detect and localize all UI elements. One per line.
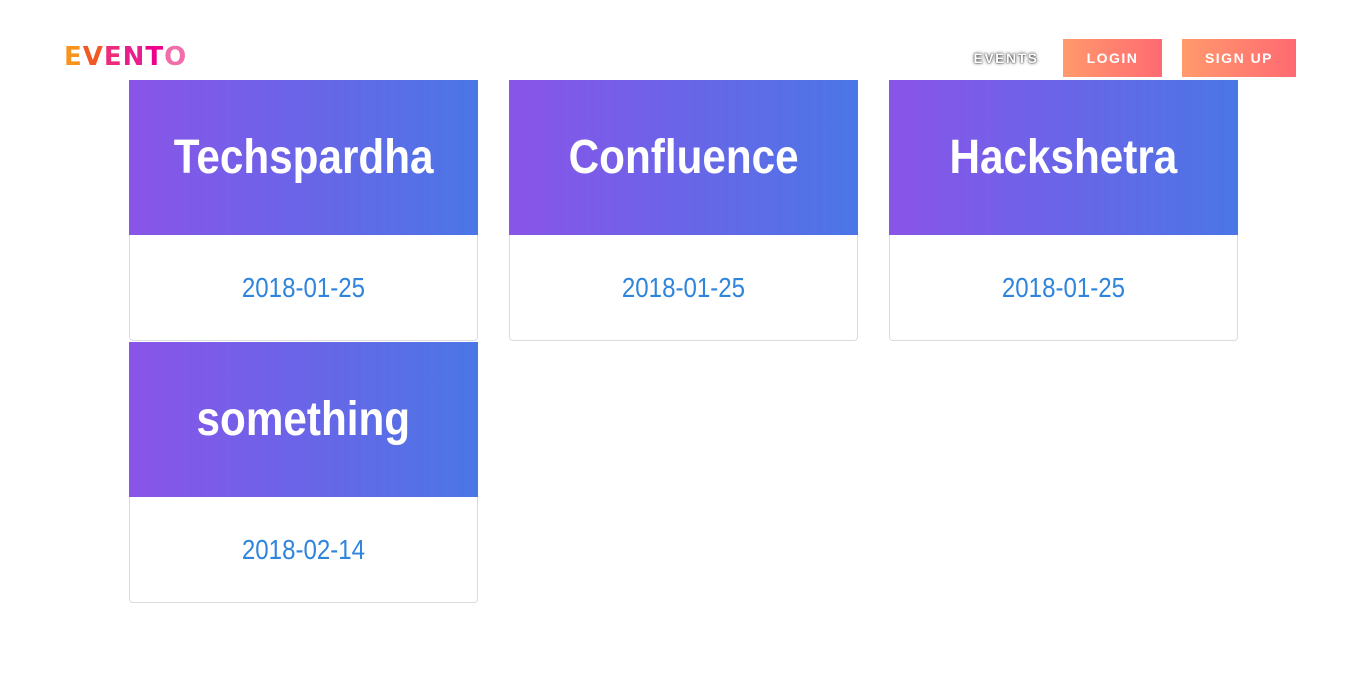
event-title: Confluence — [568, 131, 799, 184]
login-button[interactable]: LOGIN — [1063, 39, 1162, 77]
event-title: Hackshetra — [949, 131, 1178, 184]
event-card[interactable]: Hackshetra 2018-01-25 — [889, 80, 1238, 341]
event-date: 2018-02-14 — [241, 534, 366, 565]
event-card[interactable]: Techspardha 2018-01-25 — [129, 80, 478, 341]
event-card-banner: Confluence — [509, 80, 858, 235]
event-card[interactable]: Confluence 2018-01-25 — [509, 80, 858, 341]
event-card-banner: Techspardha — [129, 80, 478, 235]
logo-letter: E — [103, 42, 123, 72]
logo-letter: N — [122, 42, 146, 72]
event-title: something — [196, 393, 411, 446]
evento-logo[interactable]: EVENTO — [64, 42, 187, 72]
event-card-banner: something — [129, 342, 478, 497]
event-card-banner: Hackshetra — [889, 80, 1238, 235]
event-date: 2018-01-25 — [241, 272, 366, 303]
page: EVENTO EVENTS LOGIN SIGN UP Techspardha … — [0, 0, 1366, 682]
logo-letter: T — [145, 42, 165, 72]
logo-letter: V — [82, 42, 104, 72]
event-card[interactable]: something 2018-02-14 — [129, 342, 478, 603]
signup-button[interactable]: SIGN UP — [1182, 39, 1296, 77]
event-date: 2018-01-25 — [1001, 272, 1126, 303]
logo-letter: E — [64, 42, 83, 72]
logo-letter: O — [164, 42, 188, 72]
nav-events-link[interactable]: EVENTS — [966, 39, 1046, 77]
event-date: 2018-01-25 — [621, 272, 746, 303]
event-title: Techspardha — [173, 131, 434, 184]
